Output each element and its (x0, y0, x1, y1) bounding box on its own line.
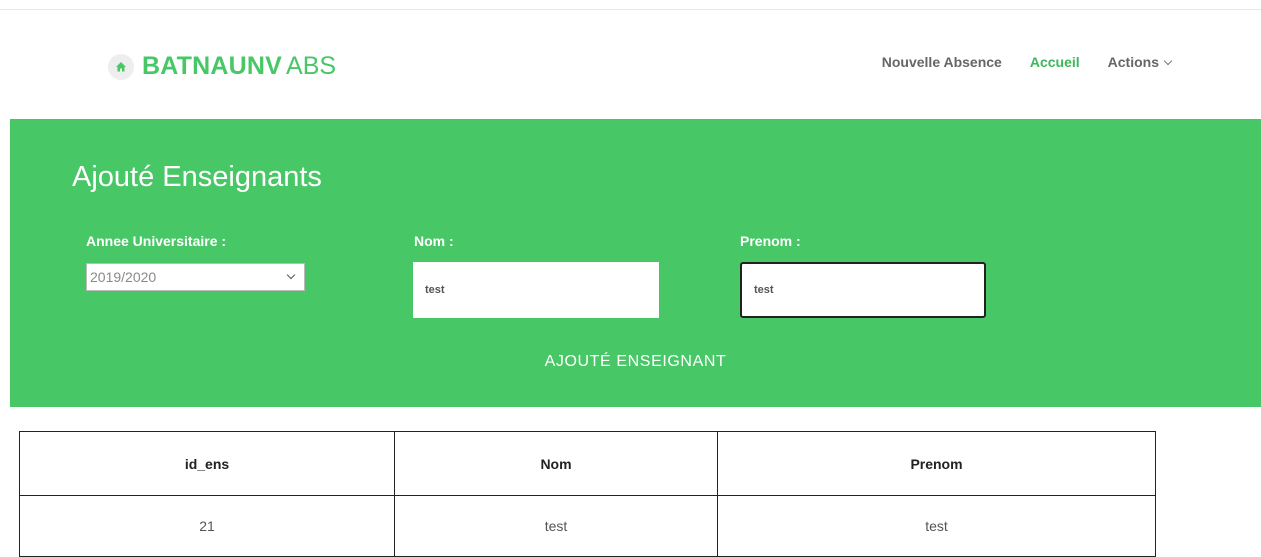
brand-name: BATNAUNV (142, 52, 283, 80)
table-header-row: id_ens Nom Prenom (19, 431, 1156, 496)
main-nav: Nouvelle Absence Accueil Actions (854, 54, 1173, 70)
cell-nom: test (394, 495, 718, 557)
annee-selected-value: 2019/2020 (90, 269, 157, 285)
nav-accueil[interactable]: Accueil (1030, 54, 1080, 70)
column-header-prenom: Prenom (717, 431, 1156, 496)
annee-label: Annee Universitaire : (86, 233, 227, 249)
column-header-id-ens: id_ens (19, 431, 395, 496)
nav-actions-dropdown[interactable]: Actions (1107, 54, 1173, 70)
teachers-table: id_ens Nom Prenom 21 test test (19, 431, 1156, 557)
cell-prenom: test (717, 495, 1156, 557)
chevron-down-icon (1163, 56, 1173, 66)
page-title: Ajouté Enseignants (72, 161, 322, 193)
add-teacher-panel: Ajouté Enseignants Annee Universitaire :… (10, 119, 1261, 407)
home-icon (108, 53, 134, 80)
nom-label: Nom : (414, 233, 454, 249)
nav-nouvelle-absence[interactable]: Nouvelle Absence (882, 54, 1002, 70)
prenom-input[interactable] (740, 262, 986, 318)
annee-select[interactable]: 2019/2020 (86, 263, 305, 291)
nom-input[interactable] (413, 262, 659, 318)
nav-actions-label: Actions (1107, 54, 1159, 70)
brand-logo[interactable]: BATNAUNV ABS (108, 52, 336, 81)
cell-id-ens: 21 (19, 495, 395, 557)
table-row: 21 test test (19, 495, 1156, 557)
column-header-nom: Nom (394, 431, 718, 496)
add-teacher-button[interactable]: AJOUTÉ ENSEIGNANT (10, 353, 1261, 371)
top-divider (0, 9, 1261, 10)
brand-suffix: ABS (286, 52, 337, 80)
chevron-down-icon (286, 270, 296, 280)
prenom-label: Prenom : (740, 233, 801, 249)
